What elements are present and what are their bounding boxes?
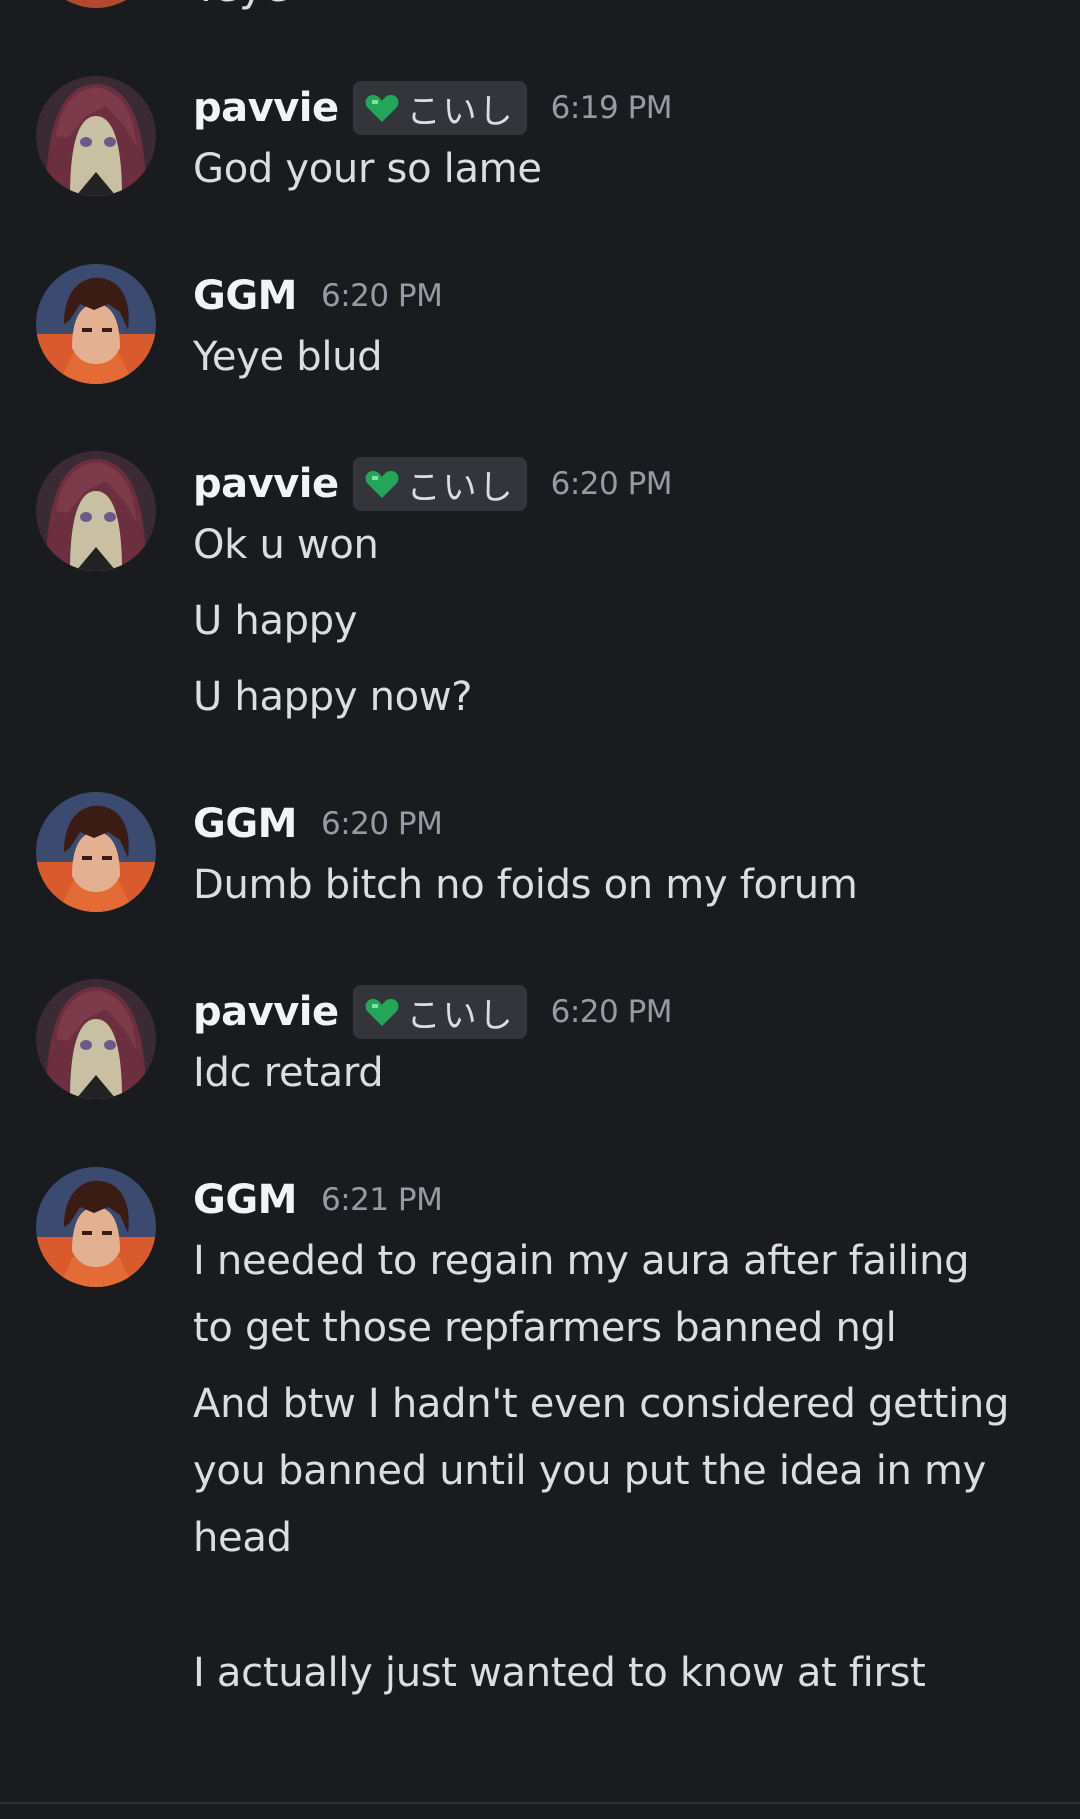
message-text: And btw I hadn't even considered getting: [193, 1381, 1010, 1427]
username[interactable]: GGM: [193, 801, 297, 847]
guild-tag-text: こいし: [406, 467, 515, 508]
guild-tag[interactable]: こいし: [352, 985, 527, 1039]
avatar-pavvie[interactable]: [36, 76, 156, 196]
green-heart-icon: [365, 997, 399, 1027]
message-text: U happy now?: [193, 674, 473, 720]
message-text: head: [193, 1515, 292, 1561]
guild-tag-text: こいし: [406, 995, 515, 1036]
timestamp: 6:20 PM: [320, 278, 443, 314]
green-heart-icon: [365, 469, 399, 499]
message-text: I needed to regain my aura after failing: [193, 1238, 970, 1284]
avatar-pavvie[interactable]: [36, 979, 156, 1099]
timestamp: 6:20 PM: [550, 994, 673, 1030]
guild-tag-text: こいし: [406, 91, 515, 132]
avatar-pavvie[interactable]: [36, 451, 156, 571]
partial-avatar[interactable]: [36, 0, 156, 8]
timestamp: 6:19 PM: [550, 90, 673, 126]
message-text: I actually just wanted to know at first: [193, 1650, 926, 1696]
message-header: pavvie こいし 6:20 PM: [193, 984, 673, 1040]
message-text: Dumb bitch no foids on my forum: [193, 862, 858, 908]
username[interactable]: GGM: [193, 1177, 297, 1223]
message-header: pavvie こいし 6:20 PM: [193, 456, 673, 512]
avatar-ggm[interactable]: [36, 264, 156, 384]
avatar-ggm[interactable]: [36, 1167, 156, 1287]
guild-tag[interactable]: こいし: [352, 81, 527, 135]
divider: [0, 1802, 1080, 1804]
message-text: Idc retard: [193, 1050, 384, 1096]
message-header: pavvie こいし 6:19 PM: [193, 80, 673, 136]
message-text: to get those repfarmers banned ngl: [193, 1305, 897, 1351]
timestamp: 6:20 PM: [320, 806, 443, 842]
message-text: God your so lame: [193, 146, 542, 192]
message-text: Yeye blud: [193, 334, 383, 380]
message-header: GGM 6:20 PM: [193, 268, 443, 324]
message-text: U happy: [193, 598, 358, 644]
message-header: GGM 6:21 PM: [193, 1172, 443, 1228]
username[interactable]: GGM: [193, 273, 297, 319]
username[interactable]: pavvie: [193, 989, 339, 1035]
message-text: Ok u won: [193, 522, 379, 568]
green-heart-icon: [365, 93, 399, 123]
message-text: you banned until you put the idea in my: [193, 1448, 987, 1494]
timestamp: 6:20 PM: [550, 466, 673, 502]
avatar-ggm[interactable]: [36, 792, 156, 912]
timestamp: 6:21 PM: [320, 1182, 443, 1218]
partial-message-text: Yeye: [193, 0, 290, 11]
username[interactable]: pavvie: [193, 85, 339, 131]
message-header: GGM 6:20 PM: [193, 796, 443, 852]
username[interactable]: pavvie: [193, 461, 339, 507]
guild-tag[interactable]: こいし: [352, 457, 527, 511]
